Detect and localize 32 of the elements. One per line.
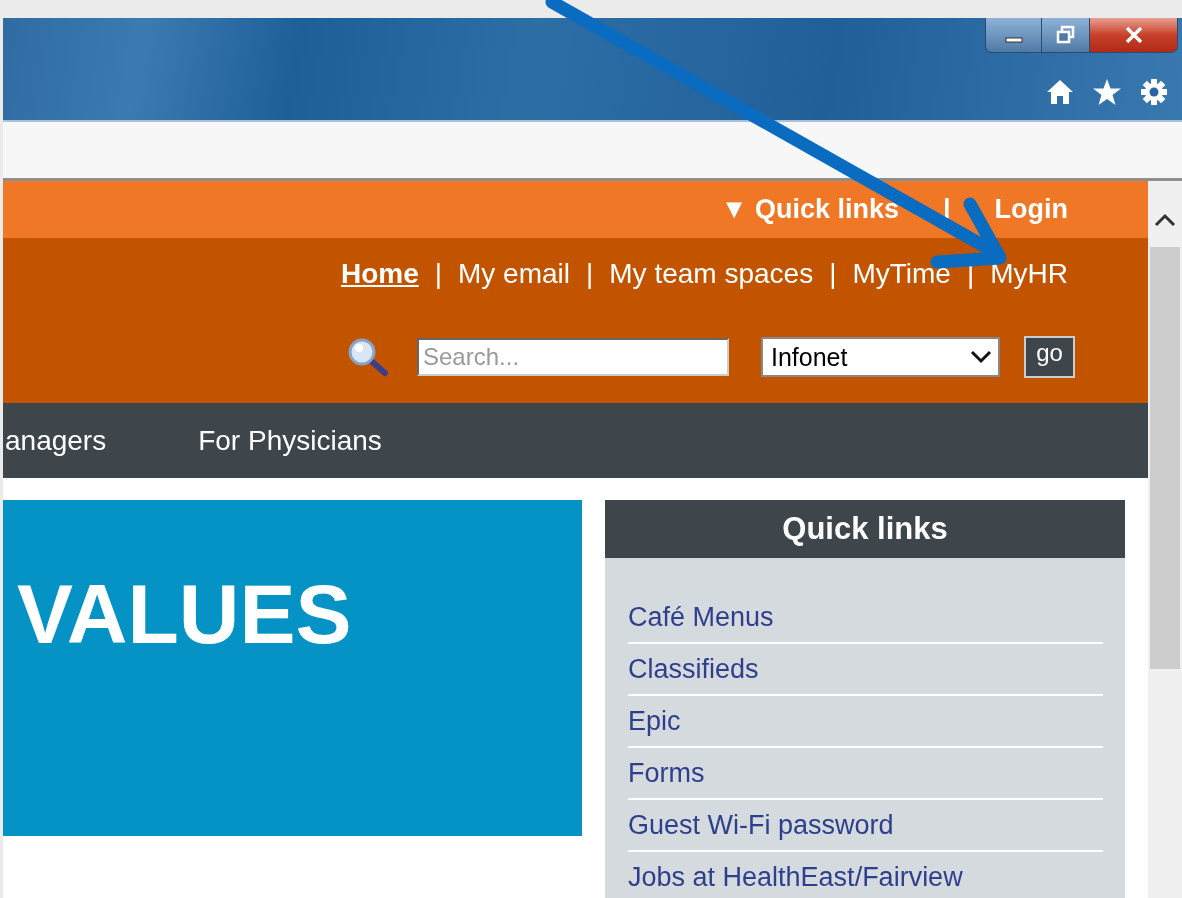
chevron-down-icon <box>970 350 992 364</box>
search-field[interactable]: Search... <box>417 338 729 376</box>
hero-title: VALUES <box>17 572 352 656</box>
header-link[interactable]: My team spaces <box>609 258 814 290</box>
header-link[interactable]: MyHR <box>990 258 1068 290</box>
restore-icon <box>1055 25 1076 45</box>
scroll-thumb[interactable] <box>1150 247 1180 669</box>
panel-heading: Quick links <box>605 500 1125 558</box>
quick-link[interactable]: Café Menus <box>628 592 1103 644</box>
quick-link[interactable]: Forms <box>628 748 1103 800</box>
separator: | <box>829 258 837 290</box>
star-icon[interactable] <box>1092 78 1122 106</box>
go-button[interactable]: go <box>1024 336 1075 378</box>
scope-dropdown[interactable]: Infonet <box>761 337 1000 377</box>
restore-button[interactable] <box>1041 18 1089 52</box>
header-link[interactable]: MyTime <box>852 258 951 290</box>
scroll-up-icon[interactable] <box>1154 213 1176 227</box>
nav-link[interactable]: For Physicians <box>198 424 382 457</box>
scrollbar[interactable] <box>1148 181 1182 898</box>
quick-link[interactable]: Classifieds <box>628 644 1103 696</box>
separator: | <box>434 258 442 290</box>
header-link[interactable]: Home <box>340 258 419 290</box>
quick-link[interactable]: Guest Wi-Fi password <box>628 800 1103 852</box>
header-link[interactable]: My email <box>458 258 570 290</box>
nav-link[interactable]: anagers <box>5 424 107 457</box>
quick-link[interactable]: Jobs at HealthEast/Fairview <box>628 852 1103 898</box>
minimize-icon <box>1004 37 1023 43</box>
home-icon[interactable] <box>1046 79 1074 105</box>
search-icon <box>347 337 389 377</box>
close-button[interactable] <box>1089 18 1177 52</box>
separator: | <box>586 258 594 290</box>
quick-link[interactable]: Epic <box>628 696 1103 748</box>
